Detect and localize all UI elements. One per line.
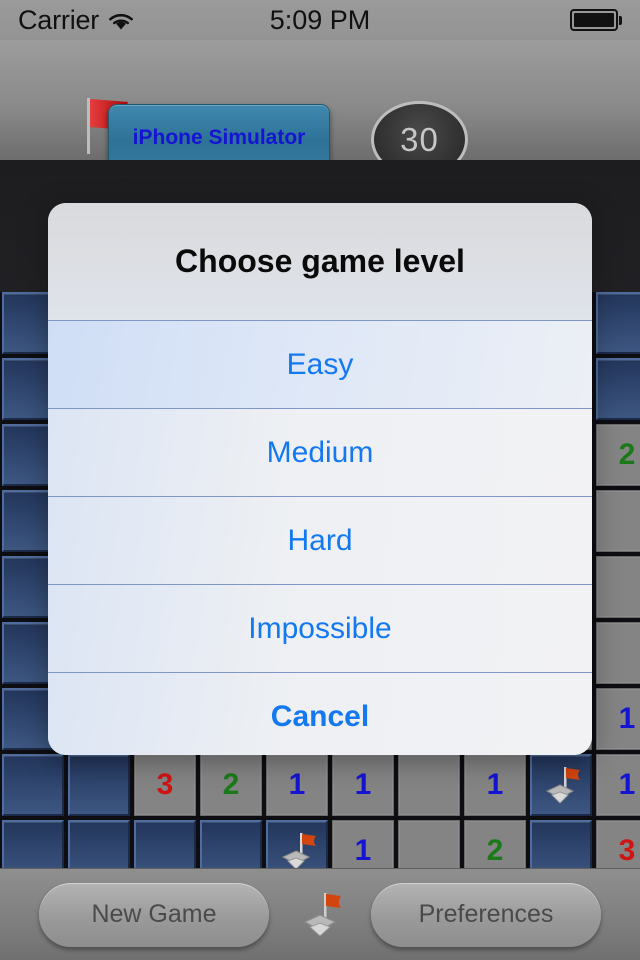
- bottom-toolbar: New Game Preferences: [0, 868, 640, 960]
- action-sheet-item-cancel[interactable]: Cancel: [48, 672, 592, 755]
- title-button-label: iPhone Simulator: [132, 126, 306, 149]
- grid-cell-empty[interactable]: [398, 754, 460, 816]
- grid-cell-value: 2: [222, 768, 240, 801]
- grid-cell-number[interactable]: 2: [464, 820, 526, 868]
- action-sheet-title-row: Choose game level: [48, 203, 592, 320]
- grid-cell-value: 1: [618, 702, 636, 735]
- action-sheet-item-hard[interactable]: Hard: [48, 496, 592, 584]
- preferences-label: Preferences: [418, 900, 554, 928]
- action-sheet-items: Easy Medium Hard Impossible Cancel: [48, 320, 592, 755]
- grid-cell-empty[interactable]: [596, 490, 640, 552]
- grid-cell-empty[interactable]: [398, 820, 460, 868]
- grid-cell-value: 2: [618, 438, 636, 471]
- grid-cell-number[interactable]: 1: [266, 754, 328, 816]
- new-game-label: New Game: [91, 900, 217, 928]
- grid-cell-covered[interactable]: [596, 292, 640, 354]
- preferences-button[interactable]: Preferences: [371, 882, 601, 947]
- grid-cell-number[interactable]: 1: [596, 688, 640, 750]
- grid-cell-value: 2: [486, 834, 504, 867]
- grid-cell-covered[interactable]: [200, 820, 262, 868]
- grid-cell-number[interactable]: 2: [200, 754, 262, 816]
- grid-cell-value: 3: [156, 768, 174, 801]
- grid-cell-number[interactable]: 1: [596, 754, 640, 816]
- grid-cell-covered[interactable]: [596, 358, 640, 420]
- action-sheet-item-label: Hard: [287, 523, 353, 557]
- grid-cell-value: 1: [618, 768, 636, 801]
- battery-cap: [619, 15, 622, 25]
- grid-cell-number[interactable]: 3: [134, 754, 196, 816]
- grid-cell-number[interactable]: 1: [332, 820, 394, 868]
- new-game-button[interactable]: New Game: [39, 882, 269, 947]
- grid-cell-covered[interactable]: [68, 820, 130, 868]
- grid-cell-value: 1: [288, 768, 306, 801]
- grid-cell-covered[interactable]: [134, 820, 196, 868]
- grid-cell-value: 3: [618, 834, 636, 867]
- game-header: iPhone Simulator 30: [0, 40, 640, 178]
- action-sheet-item-impossible[interactable]: Impossible: [48, 584, 592, 672]
- battery-fill: [574, 13, 614, 27]
- grid-cell-value: 1: [354, 834, 372, 867]
- grid-cell-number[interactable]: 1: [332, 754, 394, 816]
- grid-cell-covered[interactable]: [530, 820, 592, 868]
- grid-cell-covered[interactable]: [2, 820, 64, 868]
- choose-level-action-sheet: Choose game level Easy Medium Hard Impossib…: [48, 203, 592, 755]
- grid-cell-number[interactable]: 1: [464, 754, 526, 816]
- status-bar-clock: 5:09 PM: [269, 4, 371, 35]
- grid-cell-number[interactable]: 3: [596, 820, 640, 868]
- action-sheet-item-label: Impossible: [248, 611, 392, 645]
- action-sheet-item-easy[interactable]: Easy: [48, 320, 592, 408]
- status-bar: Carrier 5:09 PM: [0, 0, 640, 40]
- action-sheet-title: Choose game level: [175, 243, 465, 279]
- action-sheet-item-label: Medium: [266, 435, 374, 469]
- grid-cell-covered[interactable]: [2, 754, 64, 816]
- action-sheet-item-medium[interactable]: Medium: [48, 408, 592, 496]
- grid-cell-empty[interactable]: [596, 556, 640, 618]
- grid-cell-flagged[interactable]: [530, 754, 592, 816]
- grid-cell-covered[interactable]: [68, 754, 130, 816]
- grid-cell-empty[interactable]: [596, 622, 640, 684]
- action-sheet-item-label: Easy: [286, 347, 354, 381]
- battery-full-icon: [570, 9, 622, 31]
- flag-on-mine-icon: [297, 889, 343, 941]
- grid-cell-value: 1: [354, 768, 372, 801]
- battery-body: [570, 9, 618, 31]
- grid-cell-flagged[interactable]: [266, 820, 328, 868]
- grid-cell-value: 1: [486, 768, 504, 801]
- mine-counter-value: 30: [400, 120, 439, 158]
- grid-cell-number[interactable]: 2: [596, 424, 640, 486]
- action-sheet-item-label: Cancel: [270, 699, 370, 733]
